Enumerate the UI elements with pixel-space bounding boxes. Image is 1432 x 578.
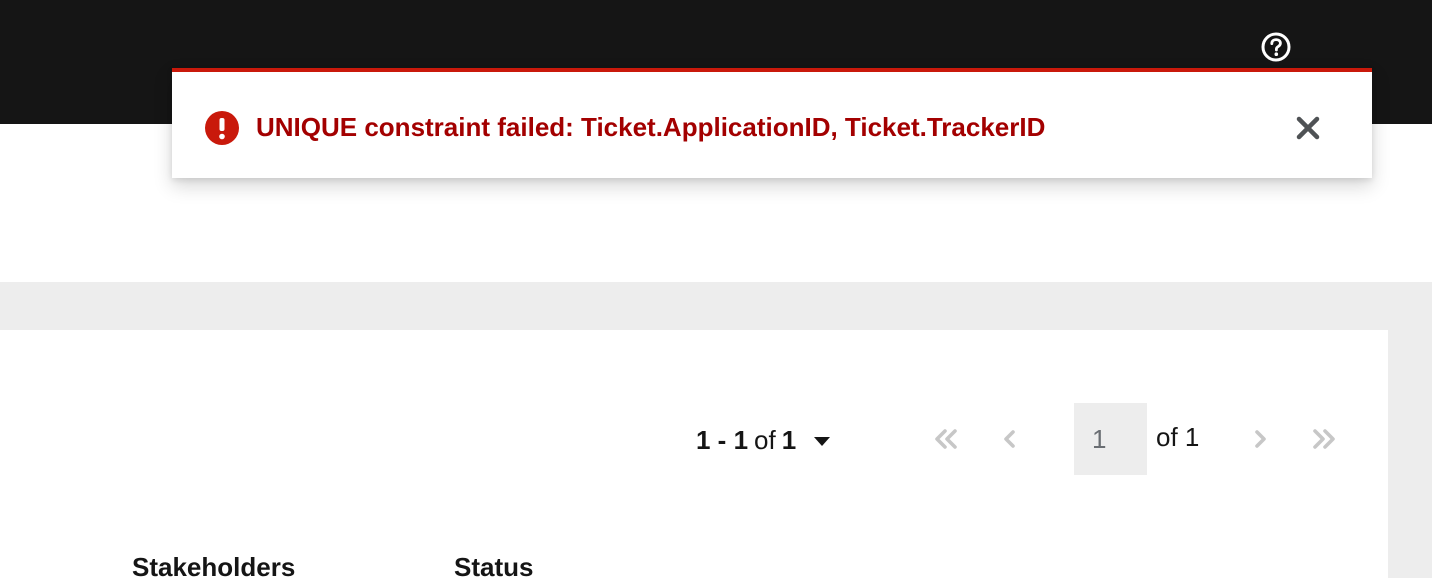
first-page-button[interactable]	[926, 420, 966, 458]
per-page-toggle[interactable]: 1 - 1 of 1	[696, 422, 831, 458]
table-card	[0, 330, 1388, 578]
angle-left-icon	[1004, 430, 1015, 448]
close-icon	[1296, 116, 1320, 140]
pagination-of-label: of	[754, 424, 776, 455]
danger-alert-toast: UNIQUE constraint failed: Ticket.Applica…	[172, 68, 1372, 178]
close-alert-button[interactable]	[1290, 110, 1326, 146]
previous-page-button[interactable]	[990, 420, 1030, 458]
current-page-input[interactable]	[1074, 403, 1147, 475]
column-header-status[interactable]: Status	[454, 552, 533, 578]
angle-double-left-icon	[935, 429, 957, 449]
pagination-total: 1	[781, 424, 797, 455]
page-of-label: of 1	[1156, 422, 1200, 452]
pagination-range: 1 - 1	[696, 424, 749, 455]
alert-title: UNIQUE constraint failed: Ticket.Applica…	[256, 112, 1046, 142]
question-circle-icon[interactable]	[1260, 31, 1292, 63]
angle-double-right-icon	[1313, 429, 1335, 449]
last-page-button[interactable]	[1304, 420, 1344, 458]
angle-right-icon	[1255, 430, 1266, 448]
column-header-stakeholders[interactable]: Stakeholders	[132, 552, 295, 578]
next-page-button[interactable]	[1240, 420, 1280, 458]
exclamation-circle-icon	[205, 111, 239, 145]
caret-down-icon	[814, 437, 831, 446]
